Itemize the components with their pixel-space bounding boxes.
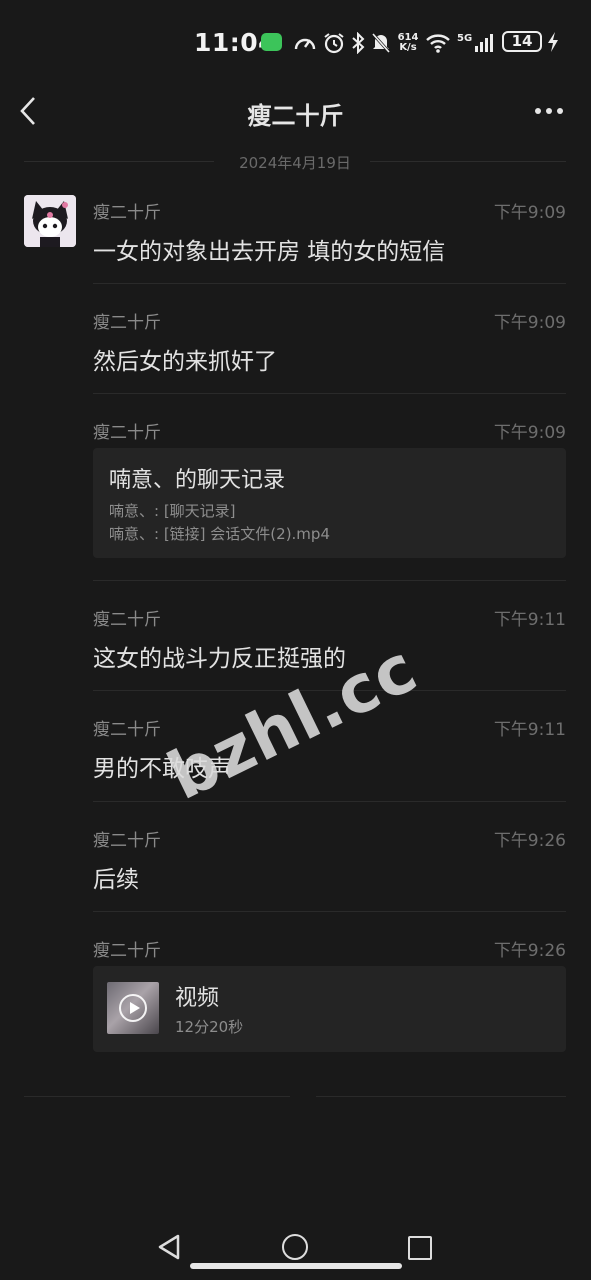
sender-name: 瘦二十斤 — [93, 203, 161, 223]
page-title: 瘦二十斤 — [247, 102, 344, 130]
message-separator — [93, 580, 566, 581]
speedometer-icon — [294, 38, 316, 50]
status-icons: 614 K/s 5G — [293, 30, 494, 56]
message-separator — [93, 283, 566, 284]
kuromi-avatar-icon — [24, 195, 76, 247]
message-time: 下午9:09 — [493, 423, 566, 443]
battery-indicator: 14 — [502, 31, 542, 52]
chat-record-title: 喃意、的聊天记录 — [109, 468, 286, 493]
message-item[interactable]: 瘦二十斤 下午9:09 然后女的来抓奸了 — [93, 308, 566, 378]
footer-divider — [316, 1096, 566, 1097]
chat-header: 瘦二十斤 — [0, 86, 591, 138]
message-item[interactable]: 瘦二十斤 下午9:09 一女的对象出去开房 填的女的短信 — [93, 198, 566, 268]
message-item: 瘦二十斤 下午9:26 视频 12分20秒 — [93, 936, 566, 1056]
avatar[interactable] — [24, 195, 76, 247]
alarm-icon — [324, 33, 344, 54]
sender-name: 瘦二十斤 — [93, 313, 161, 333]
footer-divider — [24, 1096, 290, 1097]
sender-name: 瘦二十斤 — [93, 423, 161, 443]
message-text: 后续 — [93, 867, 139, 893]
more-dots-icon — [535, 108, 563, 114]
play-icon — [119, 994, 147, 1022]
more-button[interactable] — [530, 96, 570, 126]
charging-bolt-icon — [548, 32, 558, 52]
video-duration: 12分20秒 — [175, 1018, 244, 1036]
wechat-notification-icon — [261, 33, 282, 51]
date-divider: 2024年4月19日 — [24, 150, 566, 174]
chat-record-line: 喃意、: [链接] 会话文件(2).mp4 — [109, 525, 330, 543]
nav-home-icon[interactable] — [282, 1234, 308, 1260]
sender-name: 瘦二十斤 — [93, 720, 161, 740]
mute-bell-icon — [371, 33, 391, 53]
video-title: 视频 — [175, 986, 220, 1011]
net-speed-unit: K/s — [399, 42, 417, 53]
sender-name: 瘦二十斤 — [93, 831, 161, 851]
wifi-icon — [426, 34, 450, 53]
status-bar: 11:04 614 K/s 5G 14 — [0, 0, 591, 86]
message-separator — [93, 801, 566, 802]
date-label: 2024年4月19日 — [239, 154, 351, 172]
message-separator — [93, 911, 566, 912]
message-time: 下午9:26 — [493, 831, 566, 851]
message-separator — [93, 393, 566, 394]
video-thumbnail — [107, 982, 159, 1034]
message-text: 然后女的来抓奸了 — [93, 349, 277, 375]
sender-name: 瘦二十斤 — [93, 610, 161, 630]
message-time: 下午9:11 — [493, 610, 566, 630]
message-text: 一女的对象出去开房 填的女的短信 — [93, 239, 446, 265]
bluetooth-icon — [352, 32, 365, 54]
chat-record-line: 喃意、: [聊天记录] — [109, 502, 236, 520]
chat-history-screen: 11:04 614 K/s 5G 14 瘦二十斤 2024年4月19日 瘦二十斤… — [0, 0, 591, 1280]
signal-icon — [475, 34, 494, 52]
gesture-bar[interactable] — [190, 1263, 402, 1269]
nav-back-icon[interactable] — [156, 1233, 182, 1261]
net-speed: 614 K/s — [397, 33, 419, 53]
message-item: 瘦二十斤 下午9:09 喃意、的聊天记录 喃意、: [聊天记录] 喃意、: [链… — [93, 418, 566, 568]
message-time: 下午9:11 — [493, 720, 566, 740]
video-card[interactable]: 视频 12分20秒 — [93, 966, 566, 1052]
message-time: 下午9:09 — [493, 203, 566, 223]
chat-record-card[interactable]: 喃意、的聊天记录 喃意、: [聊天记录] 喃意、: [链接] 会话文件(2).m… — [93, 448, 566, 558]
nav-recent-apps-icon[interactable] — [408, 1236, 432, 1260]
message-time: 下午9:26 — [493, 941, 566, 961]
message-text: 这女的战斗力反正挺强的 — [93, 646, 346, 672]
network-type: 5G — [457, 32, 473, 44]
message-time: 下午9:09 — [493, 313, 566, 333]
message-item[interactable]: 瘦二十斤 下午9:26 后续 — [93, 826, 566, 896]
sender-name: 瘦二十斤 — [93, 941, 161, 961]
